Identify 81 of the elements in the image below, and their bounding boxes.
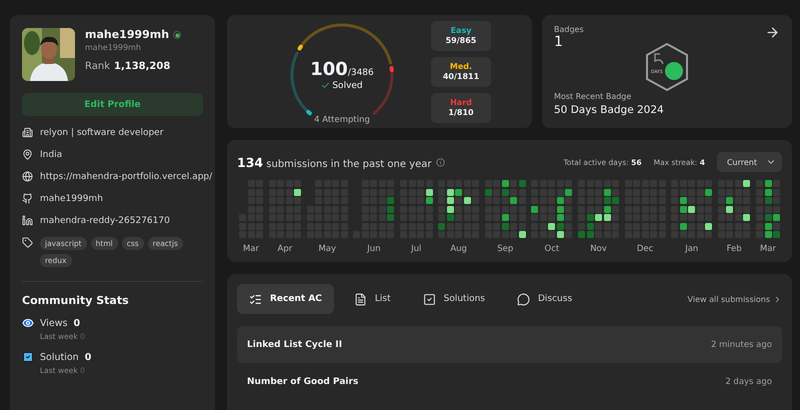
heatmap-drawing [718,180,750,238]
month-label: Oct [544,244,560,254]
month-label: Jun [367,244,381,254]
difficulty-label: Med. [450,62,472,71]
submission-time: 2 days ago [725,376,772,386]
profile-info-text: mahendra-reddy-265276170 [40,216,170,226]
heatmap-drawing [531,180,572,238]
profile-info-text: India [40,150,62,160]
github-icon [22,193,33,204]
heatmap-drawing [353,180,394,238]
status-icon [173,30,182,38]
activity-tab[interactable]: Discuss [504,284,584,314]
username: mahe1999mh [85,43,142,52]
checkbox-icon [422,292,436,306]
month-label: Mar [242,244,260,254]
recent-badge-name: 50 Days Badge 2024 [554,104,664,116]
rank-label: Rank [85,61,110,72]
year-dropdown[interactable]: Current [716,152,782,172]
view-all-submissions-link[interactable]: View all submissions [688,294,782,304]
stat-value: 0 [84,352,92,362]
solved-label: Solved [332,80,363,90]
activity-tab[interactable]: Solutions [410,284,497,314]
month-label: Jul [411,244,422,254]
month-label: May [318,244,336,254]
profile-info-text: mahe1999mh [40,194,103,204]
website-link[interactable]: https://mahendra-portfolio.vercel.app/ [40,172,212,182]
arrow-right-icon[interactable] [765,25,780,40]
difficulty-count: 40/1811 [442,72,480,81]
difficulty-label: Easy [450,26,472,35]
submissions-summary: 134 submissions in the past one year [237,154,432,170]
stat-value: 0 [74,318,80,328]
month-label: Sep [497,244,514,254]
submission-row[interactable]: Linked List Cycle II 2 minutes ago [237,326,782,363]
recent-badge-label: Most Recent Badge [554,92,632,101]
heatmap-drawing [756,180,780,238]
attempting-count: 4 Attempting [313,114,371,124]
heatmap-drawing [400,180,432,238]
rank-value: 1,138,208 [114,61,170,72]
eye-icon [22,317,34,329]
stat-label: Views [40,318,68,328]
month-label: Aug [450,244,467,254]
location-icon [22,149,33,160]
difficulty-count: 59/865 [446,36,476,45]
chat-bubble-icon [516,292,530,306]
document-icon [354,292,367,306]
work-icon [22,127,33,138]
badges-count: 1 [554,34,563,50]
month-label: Nov [590,244,607,254]
activity-tab[interactable]: Recent AC [237,284,334,314]
tag-icon [22,237,33,248]
month-label: Dec [636,244,654,254]
problem-title: Linked List Cycle II [247,340,342,350]
activity-tab[interactable]: List [342,284,403,314]
community-stats-title: Community Stats [22,294,130,307]
checkbox-icon [22,351,34,363]
stat-label: Solution [40,352,79,362]
problem-title: Number of Good Pairs [247,376,358,386]
difficulty-count: 1/810 [448,108,474,117]
difficulty-label: Hard [450,98,472,107]
heatmap-drawing [578,180,619,238]
month-label: Apr [278,244,292,254]
month-label: Mar [760,244,776,254]
submission-row[interactable]: Number of Good Pairs 2 days ago [237,363,782,400]
info-icon[interactable] [436,158,445,166]
solved-count: 100/3486 [310,58,374,80]
heatmap-drawing [438,180,480,238]
edit-profile-button[interactable]: Edit Profile [22,93,203,116]
website-icon [22,171,33,182]
heatmap-drawing [671,180,712,238]
linkedin-icon [22,215,33,226]
profile-info-text: relyon | software developer [40,128,164,138]
badges-title: Badges [554,25,584,34]
heatmap-drawing [268,180,302,238]
submission-time: 2 minutes ago [710,340,772,350]
display-name: mahe1999mh [85,28,170,41]
month-label: Jan [685,244,698,254]
heatmap-drawing [484,180,526,238]
check-icon [321,81,330,90]
checklist-icon [249,292,262,306]
chevron-right-icon [773,294,782,304]
month-label: Feb [726,244,742,254]
